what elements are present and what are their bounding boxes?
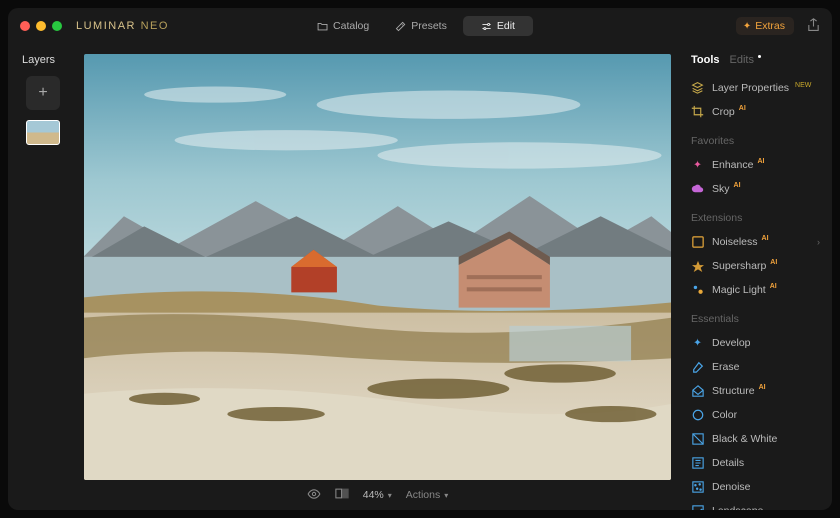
structure-icon xyxy=(691,384,704,397)
chevron-down-icon: ▾ xyxy=(444,491,448,500)
wand-icon xyxy=(395,21,406,32)
zoom-chevron-icon[interactable]: ▾ xyxy=(388,491,392,500)
chevron-right-icon: › xyxy=(817,237,820,247)
app-window: LUMINAR NEO Catalog Presets Edit xyxy=(8,8,832,510)
main-body: Layers + xyxy=(8,44,832,510)
section-essentials: Essentials xyxy=(691,313,822,325)
erase-icon xyxy=(691,360,704,373)
section-extensions: Extensions xyxy=(691,212,822,224)
bw-icon xyxy=(691,432,704,445)
denoise-icon xyxy=(691,480,704,493)
canvas-area: 44% ▾ Actions ▾ xyxy=(78,44,677,510)
image-canvas[interactable] xyxy=(84,54,671,480)
maximize-icon[interactable] xyxy=(52,21,62,31)
sliders-icon xyxy=(481,21,492,32)
section-favorites: Favorites xyxy=(691,135,822,147)
tool-magiclight[interactable]: Magic Light AI xyxy=(691,279,822,300)
app-brand: LUMINAR NEO xyxy=(76,20,169,32)
tool-enhance[interactable]: ✦ Enhance AI xyxy=(691,154,822,175)
tool-color[interactable]: Color xyxy=(691,404,822,425)
layers-icon xyxy=(691,81,704,94)
folder-icon xyxy=(317,21,328,32)
compare-icon[interactable] xyxy=(335,488,349,502)
add-layer-button[interactable]: + xyxy=(26,76,60,110)
tool-denoise[interactable]: Denoise xyxy=(691,476,822,497)
cloud-icon xyxy=(691,182,704,195)
color-icon xyxy=(691,408,704,421)
share-icon[interactable] xyxy=(807,18,820,35)
tool-sky[interactable]: Sky AI xyxy=(691,178,822,199)
eye-icon[interactable] xyxy=(307,488,321,502)
tool-structure[interactable]: Structure AI xyxy=(691,380,822,401)
sparkle-icon: ✦ xyxy=(743,21,751,32)
tool-erase[interactable]: Erase xyxy=(691,356,822,377)
titlebar-right: ✦ Extras xyxy=(736,17,820,35)
edits-indicator xyxy=(758,55,761,58)
tool-crop[interactable]: Crop AI xyxy=(691,101,822,122)
tab-edits[interactable]: Edits xyxy=(730,54,754,66)
layers-panel: Layers + xyxy=(8,44,78,510)
tools-panel: Tools Edits Layer Properties NEW Crop AI… xyxy=(677,44,832,510)
enhance-icon: ✦ xyxy=(691,158,704,171)
zoom-level[interactable]: 44% xyxy=(363,489,384,501)
canvas-bottom-bar: 44% ▾ Actions ▾ xyxy=(84,480,671,510)
details-icon xyxy=(691,456,704,469)
titlebar: LUMINAR NEO Catalog Presets Edit xyxy=(8,8,832,44)
top-navigation: Catalog Presets Edit xyxy=(307,16,533,36)
tool-bw[interactable]: Black & White xyxy=(691,428,822,449)
crop-icon xyxy=(691,105,704,118)
magiclight-icon xyxy=(691,283,704,296)
edit-button[interactable]: Edit xyxy=(463,16,533,36)
close-icon[interactable] xyxy=(20,21,30,31)
minimize-icon[interactable] xyxy=(36,21,46,31)
layers-title: Layers xyxy=(22,54,55,66)
tool-landscape[interactable]: Landscape xyxy=(691,500,822,510)
panel-tabs: Tools Edits xyxy=(691,54,822,66)
tool-layer-properties[interactable]: Layer Properties NEW xyxy=(691,77,822,98)
extras-button[interactable]: ✦ Extras xyxy=(736,17,794,35)
catalog-button[interactable]: Catalog xyxy=(307,16,379,36)
develop-icon: ✦ xyxy=(691,336,704,349)
layer-thumbnail[interactable] xyxy=(26,120,60,145)
tool-noiseless[interactable]: Noiseless AI › xyxy=(691,231,822,252)
tool-develop[interactable]: ✦ Develop xyxy=(691,332,822,353)
supersharp-icon xyxy=(691,259,704,272)
tool-supersharp[interactable]: Supersharp AI xyxy=(691,255,822,276)
tab-tools[interactable]: Tools xyxy=(691,54,720,66)
tool-details[interactable]: Details xyxy=(691,452,822,473)
landscape-icon xyxy=(691,504,704,510)
window-controls xyxy=(20,21,62,31)
plus-icon: + xyxy=(38,84,47,102)
actions-menu[interactable]: Actions ▾ xyxy=(406,489,448,501)
presets-button[interactable]: Presets xyxy=(385,16,457,36)
noiseless-icon xyxy=(691,235,704,248)
